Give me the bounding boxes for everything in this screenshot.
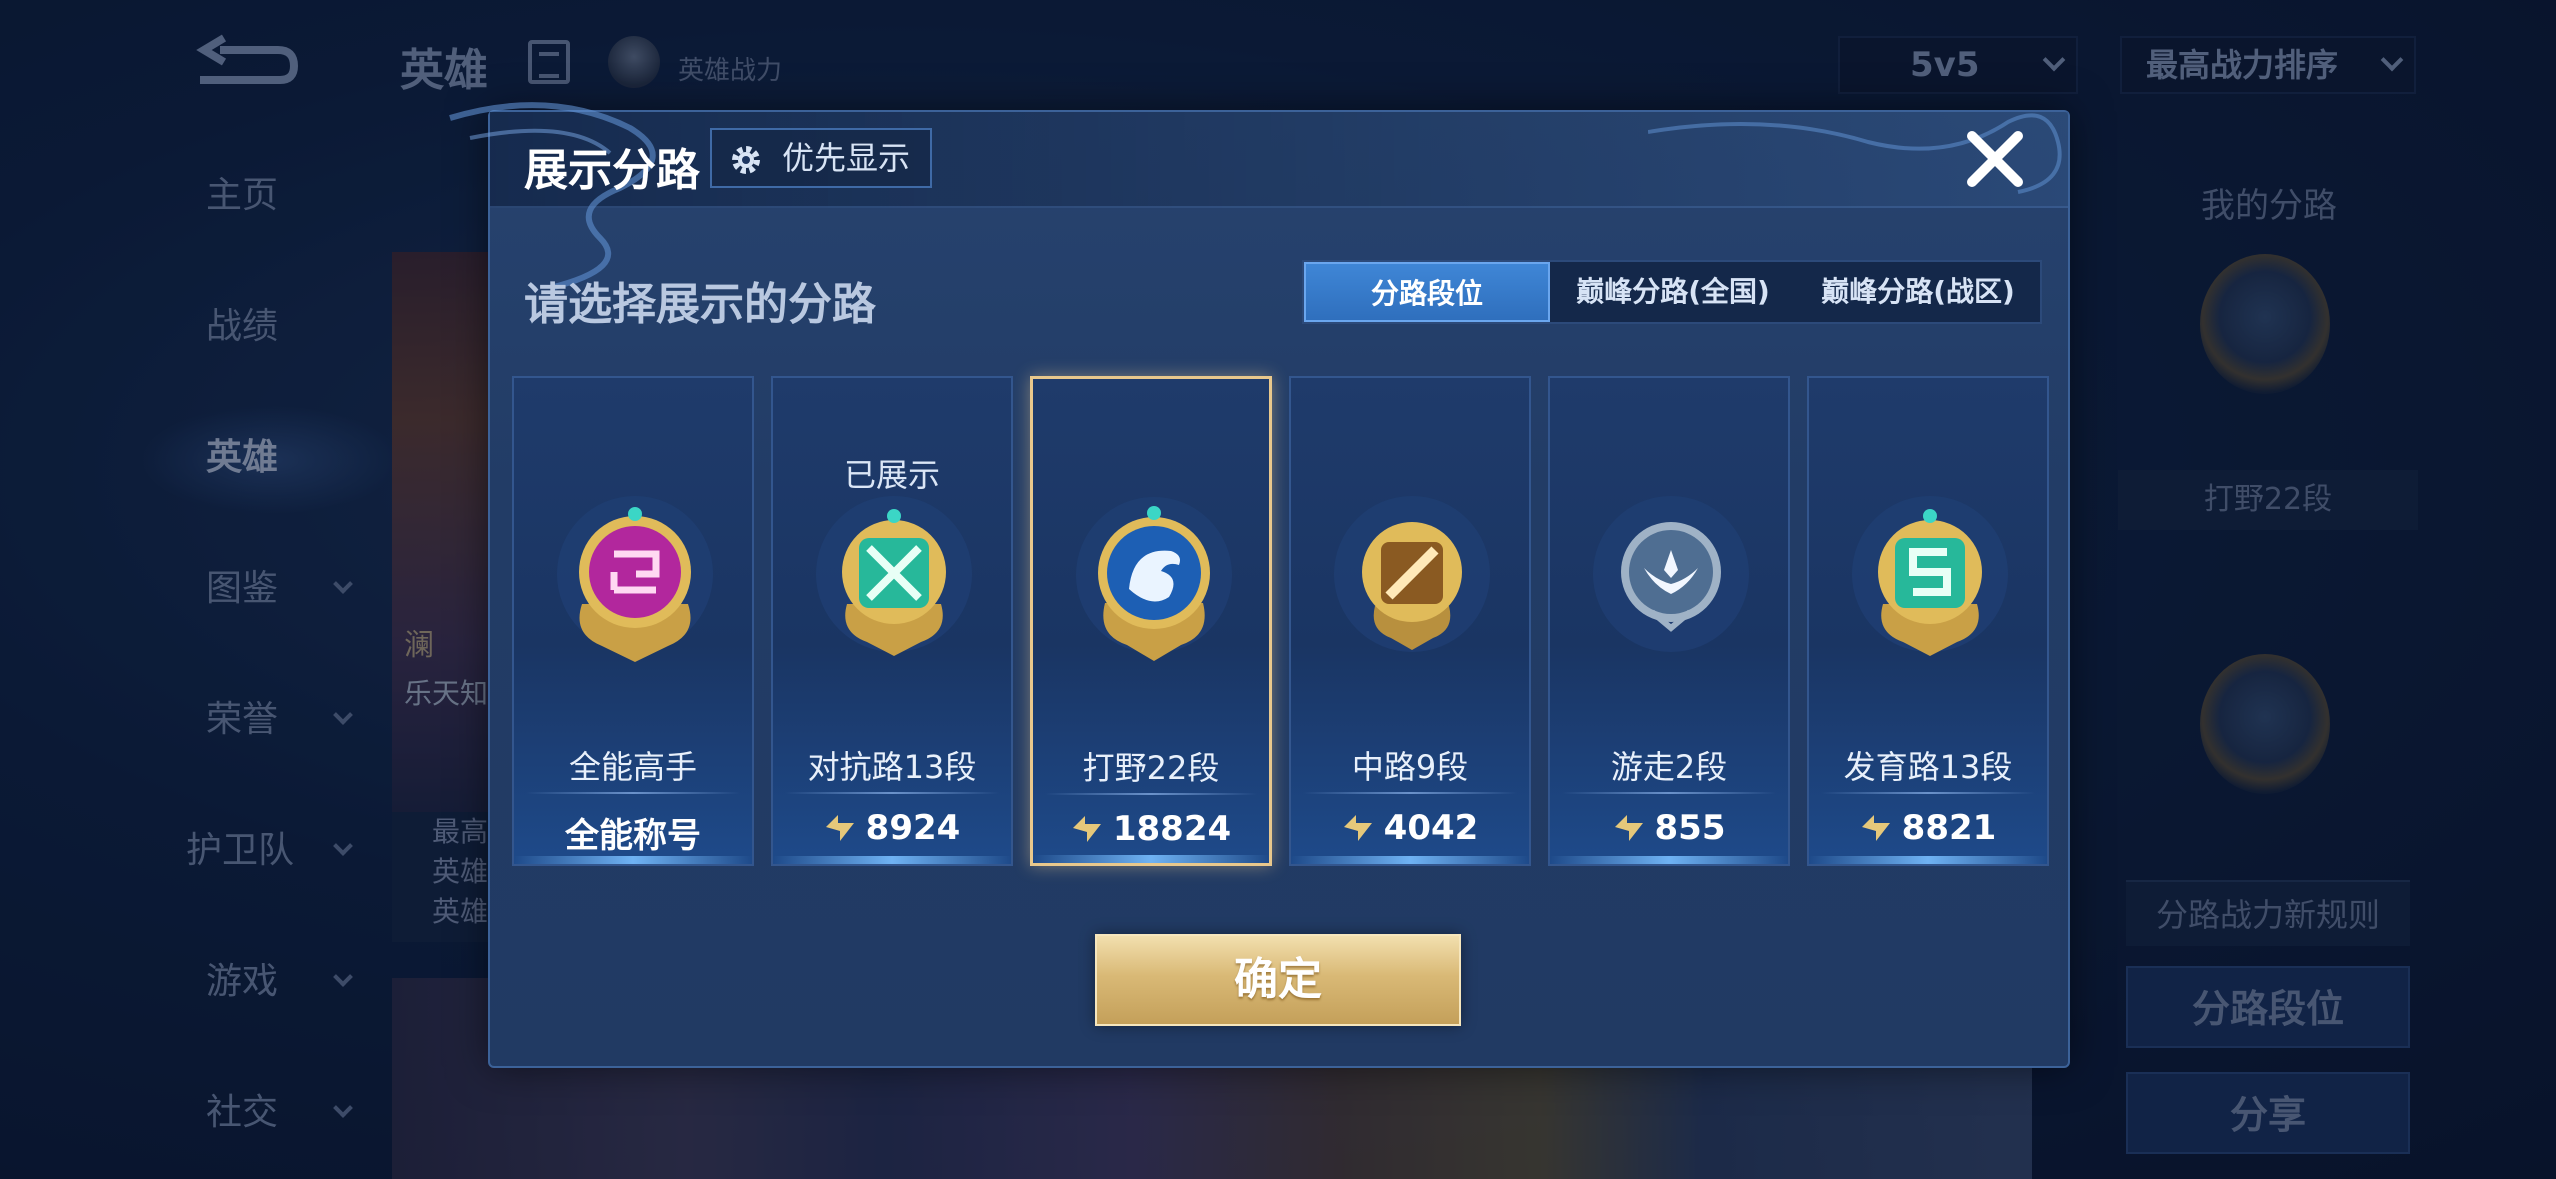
lane-card-name: 中路9段 bbox=[1351, 748, 1469, 786]
lane-card-value-text: 855 bbox=[1654, 808, 1726, 848]
lane-card-value-text: 8924 bbox=[865, 808, 961, 848]
divider bbox=[526, 792, 740, 794]
lane-card-name: 对抗路13段 bbox=[807, 748, 977, 786]
divider bbox=[1562, 792, 1776, 794]
gear-icon bbox=[732, 146, 760, 174]
lane-card-name: 打野22段 bbox=[1082, 749, 1220, 787]
lane-card-jungle[interactable]: 打野22段 18824 bbox=[1030, 376, 1272, 866]
tab-peak-lane-region[interactable]: 巅峰分路(战区) bbox=[1796, 262, 2040, 322]
teal-emblem-icon bbox=[816, 496, 972, 656]
lane-card-name: 游走2段 bbox=[1610, 748, 1728, 786]
dialog-instruction: 请选择展示的分路 bbox=[524, 279, 876, 330]
divider bbox=[1821, 792, 2035, 794]
lane-card-value: 4042 bbox=[1291, 808, 1529, 848]
purple-emblem-icon bbox=[557, 496, 713, 662]
teal-s-emblem-icon bbox=[1852, 496, 2008, 656]
dragon-emblem-icon bbox=[1076, 497, 1232, 661]
lane-card-value-text: 4042 bbox=[1383, 808, 1479, 848]
app-screen: 英雄 英雄战力 5v5 最高战力排序 主页 战绩 英雄 图鉴 荣誉 护卫队 游戏… bbox=[0, 0, 2556, 1179]
lane-card-value: 全能称号 bbox=[514, 808, 752, 857]
dialog-title: 展示分路 bbox=[524, 145, 700, 196]
priority-display-button[interactable]: 优先显示 bbox=[710, 128, 932, 188]
lane-card-farm[interactable]: 发育路13段 8821 bbox=[1807, 376, 2049, 866]
lane-tabs: 分路段位 巅峰分路(全国) 巅峰分路(战区) bbox=[1302, 260, 2042, 324]
tab-lane-rank[interactable]: 分路段位 bbox=[1304, 262, 1550, 322]
lane-card-all-round[interactable]: 全能高手 全能称号 bbox=[512, 376, 754, 866]
priority-display-label: 优先显示 bbox=[782, 139, 911, 177]
power-icon bbox=[1072, 816, 1101, 842]
close-icon[interactable] bbox=[1962, 126, 2028, 192]
confirm-button[interactable]: 确定 bbox=[1095, 934, 1461, 1026]
lane-card-value: 855 bbox=[1550, 808, 1788, 848]
lane-card-value-text: 18824 bbox=[1112, 809, 1232, 849]
lane-card-value-text: 8821 bbox=[1901, 808, 1997, 848]
power-icon bbox=[1614, 815, 1643, 841]
lane-card-list: 全能高手 全能称号 已展示 对抗路13段 8924 打野22段 18824 中路… bbox=[512, 376, 2052, 866]
tab-peak-lane-national[interactable]: 巅峰分路(全国) bbox=[1550, 262, 1796, 322]
power-icon bbox=[1861, 815, 1890, 841]
gold-emblem-icon bbox=[1334, 496, 1490, 652]
lane-card-name: 发育路13段 bbox=[1843, 748, 2013, 786]
lane-card-value-text: 全能称号 bbox=[565, 816, 701, 856]
lane-card-value: 8924 bbox=[773, 808, 1011, 848]
lane-card-value: 8821 bbox=[1809, 808, 2047, 848]
power-icon bbox=[1343, 815, 1372, 841]
lane-card-name: 全能高手 bbox=[568, 748, 697, 786]
lane-card-mid[interactable]: 中路9段 4042 bbox=[1289, 376, 1531, 866]
divider bbox=[1303, 792, 1517, 794]
divider bbox=[1045, 793, 1257, 795]
lane-card-value: 18824 bbox=[1033, 809, 1269, 849]
divider bbox=[785, 792, 999, 794]
lane-card-roam[interactable]: 游走2段 855 bbox=[1548, 376, 1790, 866]
wing-emblem-icon bbox=[1593, 496, 1749, 652]
lane-display-dialog: 展示分路 优先显示 请选择展示的分路 分路段位 巅峰分路(全国) 巅峰分路(战区… bbox=[449, 102, 2070, 1068]
lane-card-clash[interactable]: 已展示 对抗路13段 8924 bbox=[771, 376, 1013, 866]
power-icon bbox=[825, 815, 854, 841]
